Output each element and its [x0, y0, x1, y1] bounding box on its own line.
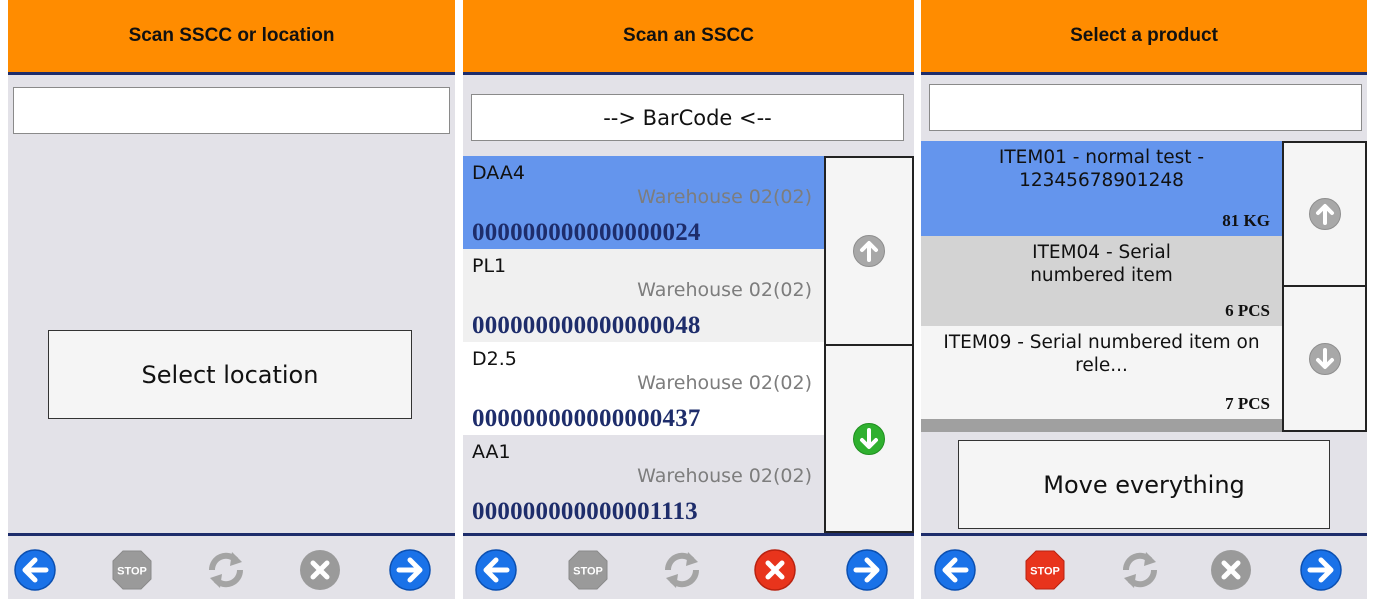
- product-quantity: 7 PCS: [1225, 394, 1270, 413]
- list-item[interactable]: D2.5 Warehouse 02(02) 000000000000000437: [463, 342, 824, 435]
- refresh-button[interactable]: [204, 548, 248, 592]
- scroll-up-button[interactable]: [1284, 141, 1367, 287]
- panel-select-a-product: Select a product ITEM01 - normal test - …: [921, 0, 1367, 599]
- stop-button[interactable]: STOP: [110, 548, 154, 592]
- arrow-up-icon: [1308, 198, 1341, 230]
- scroll-down-button[interactable]: [826, 346, 914, 533]
- svg-text:STOP: STOP: [117, 566, 147, 578]
- scan-input[interactable]: [13, 87, 450, 134]
- stop-button[interactable]: STOP: [1023, 548, 1067, 592]
- refresh-button[interactable]: [660, 548, 704, 592]
- panel-scan-sscc-or-location: Scan SSCC or location Select location ST…: [8, 0, 455, 599]
- barcode-input[interactable]: --> BarCode <--: [471, 94, 904, 141]
- cancel-icon: [1211, 550, 1251, 590]
- product-search-input[interactable]: [929, 84, 1362, 131]
- sscc-number: 000000000000000437: [472, 405, 701, 432]
- list-item[interactable]: ITEM04 - Serial numbered item 6 PCS: [921, 236, 1282, 326]
- back-arrow-icon: [475, 549, 517, 591]
- product-name: ITEM01 - normal test - 12345678901248: [998, 147, 1205, 191]
- arrow-down-icon: [853, 422, 885, 455]
- cancel-button[interactable]: [298, 548, 342, 592]
- back-button[interactable]: [13, 548, 57, 592]
- sscc-number: 000000000000000024: [472, 219, 701, 246]
- product-quantity: 81 KG: [1222, 211, 1270, 230]
- footer-toolbar: STOP: [463, 533, 914, 599]
- refresh-icon: [208, 552, 244, 588]
- back-arrow-icon: [14, 549, 56, 591]
- svg-text:STOP: STOP: [573, 566, 603, 578]
- warehouse-label: Warehouse 02(02): [637, 186, 812, 208]
- forward-arrow-icon: [389, 549, 431, 591]
- sscc-list: DAA4 Warehouse 02(02) 000000000000000024…: [463, 156, 826, 533]
- back-button[interactable]: [474, 548, 518, 592]
- location-code: AA1: [472, 441, 511, 463]
- list-item[interactable]: PL1 Warehouse 02(02) 000000000000000048: [463, 249, 824, 342]
- product-name: ITEM09 - Serial numbered item on rele...: [943, 332, 1260, 376]
- cancel-icon: [754, 549, 796, 591]
- warehouse-label: Warehouse 02(02): [637, 279, 812, 301]
- warehouse-label: Warehouse 02(02): [637, 372, 812, 394]
- back-button[interactable]: [933, 548, 977, 592]
- sscc-number: 000000000000001113: [472, 498, 698, 525]
- forward-button[interactable]: [845, 548, 889, 592]
- location-code: PL1: [472, 255, 507, 277]
- cancel-button[interactable]: [1209, 548, 1253, 592]
- warehouse-label: Warehouse 02(02): [637, 465, 812, 487]
- refresh-icon: [1122, 552, 1158, 588]
- cancel-button[interactable]: [753, 548, 797, 592]
- page-title: Scan SSCC or location: [8, 0, 455, 75]
- stop-icon: STOP: [568, 550, 608, 590]
- arrow-down-icon: [1308, 342, 1341, 375]
- footer-toolbar: STOP: [921, 533, 1367, 599]
- list-item[interactable]: ITEM09 - Serial numbered item on rele...…: [921, 326, 1282, 419]
- list-item[interactable]: ITEM01 - normal test - 12345678901248 81…: [921, 141, 1282, 236]
- arrow-up-icon: [853, 235, 885, 267]
- stop-button[interactable]: STOP: [566, 548, 610, 592]
- cancel-icon: [300, 550, 340, 590]
- footer-toolbar: STOP: [8, 533, 455, 599]
- forward-button[interactable]: [388, 548, 432, 592]
- page-title: Scan an SSCC: [463, 0, 914, 75]
- product-quantity: 6 PCS: [1225, 301, 1270, 320]
- back-arrow-icon: [934, 549, 976, 591]
- scroll-down-button[interactable]: [1284, 287, 1367, 432]
- page-title: Select a product: [921, 0, 1367, 75]
- refresh-button[interactable]: [1118, 548, 1162, 592]
- location-code: D2.5: [472, 348, 517, 370]
- panel-scan-an-sscc: Scan an SSCC --> BarCode <-- DAA4 Wareho…: [463, 0, 914, 599]
- product-list: ITEM01 - normal test - 12345678901248 81…: [921, 141, 1284, 432]
- forward-button[interactable]: [1299, 548, 1343, 592]
- move-everything-button[interactable]: Move everything: [958, 440, 1330, 529]
- stop-icon: STOP: [1025, 550, 1065, 590]
- product-name: ITEM04 - Serial numbered item: [1030, 242, 1173, 286]
- forward-arrow-icon: [1300, 549, 1342, 591]
- svg-text:STOP: STOP: [1030, 566, 1060, 578]
- list-item[interactable]: AA1 Warehouse 02(02) 000000000000001113: [463, 435, 824, 528]
- location-code: DAA4: [472, 162, 525, 184]
- select-location-button[interactable]: Select location: [48, 330, 412, 419]
- stop-icon: STOP: [112, 550, 152, 590]
- list-item[interactable]: DAA4 Warehouse 02(02) 000000000000000024: [463, 156, 824, 249]
- scroll-up-button[interactable]: [826, 156, 914, 346]
- forward-arrow-icon: [846, 549, 888, 591]
- sscc-number: 000000000000000048: [472, 312, 701, 339]
- refresh-icon: [664, 552, 700, 588]
